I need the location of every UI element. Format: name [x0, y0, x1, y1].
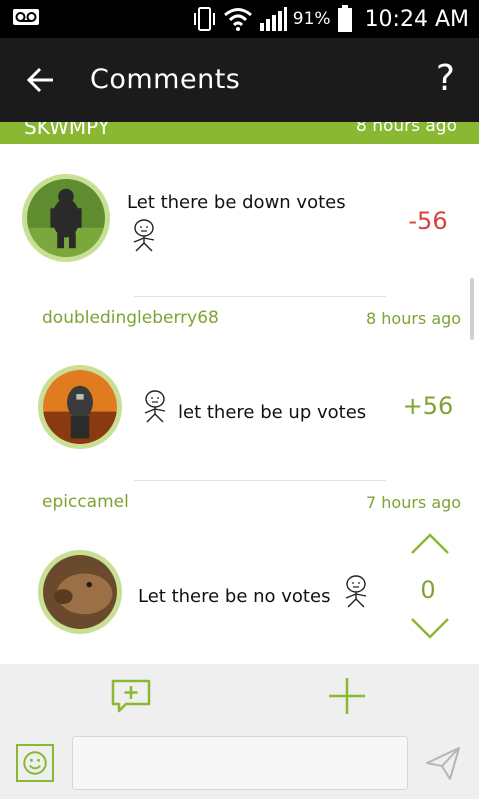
comment-input[interactable] — [72, 736, 408, 790]
rage-face-icon — [133, 219, 155, 252]
comment-list[interactable]: Let there be down votes -56 doubledingle… — [0, 144, 479, 664]
comment-divider — [134, 480, 386, 481]
camel-avatar[interactable] — [38, 550, 122, 634]
comment-input-bar — [0, 728, 479, 799]
help-icon[interactable]: ? — [436, 58, 455, 99]
comment-divider — [134, 296, 386, 297]
app-bar: Comments ? — [0, 38, 479, 122]
comment-text: Let there be no votes — [138, 586, 331, 607]
vote-score: +56 — [402, 392, 454, 420]
warrior-avatar[interactable] — [38, 365, 122, 449]
downvote-chevron-icon[interactable] — [410, 616, 450, 640]
vibrate-icon — [193, 7, 215, 31]
status-bar: 91% 10:24 AM — [0, 0, 479, 38]
vote-score: -56 — [408, 207, 448, 235]
username[interactable]: doubledingleberry68 — [42, 308, 219, 328]
page-title: Comments — [90, 64, 241, 95]
add-icon[interactable] — [327, 676, 367, 716]
gorilla-avatar[interactable] — [22, 174, 110, 262]
rage-face-icon — [144, 390, 166, 423]
comment-text: Let there be down votes — [127, 192, 346, 213]
send-icon[interactable] — [424, 744, 462, 782]
rage-face-icon — [345, 575, 367, 608]
battery-icon — [337, 5, 352, 32]
username[interactable]: epiccamel — [42, 492, 129, 512]
voicemail-icon — [13, 9, 39, 25]
clock: 10:24 AM — [364, 6, 469, 32]
add-comment-icon[interactable] — [110, 678, 152, 714]
post-time: 7 hours ago — [366, 493, 462, 512]
battery-percent: 91% — [292, 9, 331, 29]
action-bar — [0, 664, 479, 728]
post-time: 8 hours ago — [366, 309, 462, 328]
comment-text: let there be up votes — [178, 402, 367, 423]
post-time: 8 hours ago — [355, 122, 457, 136]
upvote-chevron-icon[interactable] — [410, 532, 450, 556]
signal-icon — [259, 7, 287, 31]
username[interactable]: SKWMPY — [24, 122, 110, 139]
partial-comment-header: SKWMPY 8 hours ago — [0, 122, 479, 144]
vote-score: 0 — [420, 576, 436, 604]
scrollbar-thumb[interactable] — [470, 278, 474, 340]
back-arrow-icon[interactable] — [26, 66, 56, 94]
emoji-icon[interactable] — [16, 744, 54, 782]
wifi-icon — [223, 8, 252, 31]
